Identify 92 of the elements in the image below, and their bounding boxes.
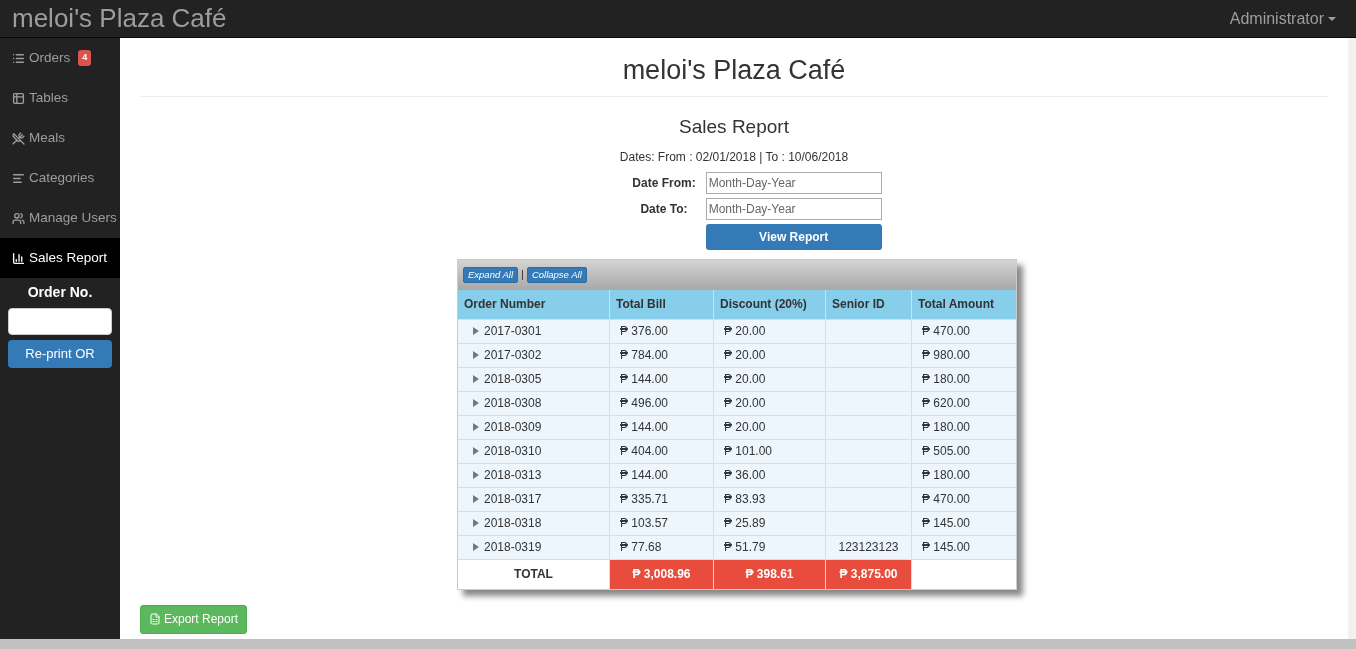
table-cell: ₱ 784.00 <box>610 343 714 367</box>
total-value: ₱ 3,008.96 <box>610 559 714 589</box>
date-from-label: Date From: <box>632 174 696 192</box>
table-cell-text: ₱ 145.00 <box>921 515 972 532</box>
table-cell: ₱ 20.00 <box>714 367 826 391</box>
user-menu[interactable]: Administrator <box>1229 6 1336 31</box>
table-cell: ₱ 20.00 <box>714 319 826 343</box>
table-cell: ₱ 51.79 <box>714 535 826 559</box>
page-title: meloi's Plaza Café <box>622 54 846 86</box>
table-cell: ₱ 20.00 <box>714 415 826 439</box>
table-cell: 2018-0310 <box>458 439 610 463</box>
collapsed-triangle-icon[interactable] <box>472 375 479 383</box>
table-cell: 123123123 <box>826 535 912 559</box>
caret-icon <box>1328 16 1336 21</box>
collapsed-triangle-icon[interactable] <box>472 327 479 335</box>
table-cell-text: ₱ 145.00 <box>921 539 972 556</box>
table-icon <box>12 91 25 105</box>
view-report-button[interactable]: View Report <box>705 223 882 250</box>
total-value: ₱ 3,875.00 <box>826 559 912 589</box>
table-cell: ₱ 36.00 <box>714 463 826 487</box>
table-cell: ₱ 103.57 <box>610 511 714 535</box>
column-header: Total Bill <box>610 289 714 319</box>
table-cell: ₱ 335.71 <box>610 487 714 511</box>
table-cell-text: ₱ 505.00 <box>921 443 972 460</box>
bar-chart-icon <box>12 251 25 265</box>
table-cell: 2018-0309 <box>458 415 610 439</box>
collapsed-triangle-icon[interactable] <box>472 399 479 407</box>
sidebar-item[interactable]: Tables <box>0 78 120 118</box>
table-cell: 2018-0305 <box>458 367 610 391</box>
table-cell: ₱ 20.00 <box>714 391 826 415</box>
table-cell: ₱ 144.00 <box>610 415 714 439</box>
reprint-button[interactable]: Re-print OR <box>8 340 112 368</box>
table-cell-text: ₱ 180.00 <box>921 467 972 484</box>
sidebar-item[interactable]: Categories <box>0 158 120 198</box>
table-cell: 2017-0302 <box>458 343 610 367</box>
table-cell: 2018-0319 <box>458 535 610 559</box>
sidebar-item[interactable]: Meals <box>0 118 120 158</box>
collapsed-triangle-icon[interactable] <box>472 471 479 479</box>
brand-title[interactable]: meloi's Plaza Café <box>12 0 227 38</box>
date-from-field[interactable]: Month-Day-Year <box>705 171 882 194</box>
table-cell-text: ₱ 620.00 <box>921 395 972 412</box>
order-no-field[interactable] <box>8 308 112 335</box>
table-cell: ₱ 144.00 <box>610 463 714 487</box>
collapsed-triangle-icon[interactable] <box>472 447 479 455</box>
table-cell: 2018-0318 <box>458 511 610 535</box>
count-badge: 4 <box>78 50 92 66</box>
column-header: Senior ID <box>826 289 912 319</box>
list-icon <box>12 51 25 65</box>
table-cell: ₱ 404.00 <box>610 439 714 463</box>
date-range-text: Dates: From : 02/01/2018 | To : 10/06/2018 <box>619 148 849 166</box>
column-header: Discount (20%) <box>714 289 826 319</box>
table-cell: ₱ 83.93 <box>714 487 826 511</box>
table-cell-text: ₱ 470.00 <box>921 491 972 508</box>
sidebar-item[interactable]: Manage Users <box>0 198 120 238</box>
table-cell-text: ₱ 470.00 <box>921 323 972 340</box>
table-cell-text: ₱ 180.00 <box>921 371 972 388</box>
sidebar-item[interactable]: Sales Report <box>0 238 120 278</box>
table-cell: 2017-0301 <box>458 319 610 343</box>
collapsed-triangle-icon[interactable] <box>472 543 479 551</box>
report-title: Sales Report <box>679 115 789 139</box>
date-to-field[interactable]: Month-Day-Year <box>705 197 882 220</box>
table-cell-text: ₱ 980.00 <box>921 347 972 364</box>
table-cell: 2018-0308 <box>458 391 610 415</box>
users-icon <box>12 211 25 225</box>
sidebar-item[interactable]: Orders 4 <box>0 38 120 78</box>
table-cell: ₱ 376.00 <box>610 319 714 343</box>
collapse-all-button[interactable]: Collapse All <box>526 266 587 283</box>
table-cell: 2018-0317 <box>458 487 610 511</box>
spreadsheet-icon <box>149 613 161 625</box>
table-cell: ₱ 496.00 <box>610 391 714 415</box>
order-no-label: Order No. <box>26 283 94 302</box>
table-cell: ₱ 144.00 <box>610 367 714 391</box>
separator-text: | <box>521 267 524 283</box>
column-header: Total Amount <box>917 296 995 313</box>
table-cell: ₱ 25.89 <box>714 511 826 535</box>
lines-icon <box>12 171 25 185</box>
total-value: ₱ 398.61 <box>714 559 826 589</box>
collapsed-triangle-icon[interactable] <box>472 423 479 431</box>
table-cell: 2018-0313 <box>458 463 610 487</box>
table-cell: ₱ 77.68 <box>610 535 714 559</box>
table-cell: ₱ 101.00 <box>714 439 826 463</box>
table-cell-text: ₱ 180.00 <box>921 419 972 436</box>
column-header: Order Number <box>458 289 610 319</box>
collapsed-triangle-icon[interactable] <box>472 351 479 359</box>
utensils-icon <box>12 131 25 145</box>
collapsed-triangle-icon[interactable] <box>472 495 479 503</box>
collapsed-triangle-icon[interactable] <box>472 519 479 527</box>
vertical-scrollbar[interactable] <box>1348 38 1356 639</box>
horizontal-scrollbar[interactable] <box>0 639 1356 649</box>
table-cell: ₱ 20.00 <box>714 343 826 367</box>
expand-all-button[interactable]: Expand All <box>463 266 519 283</box>
date-to-label: Date To: <box>639 200 689 218</box>
